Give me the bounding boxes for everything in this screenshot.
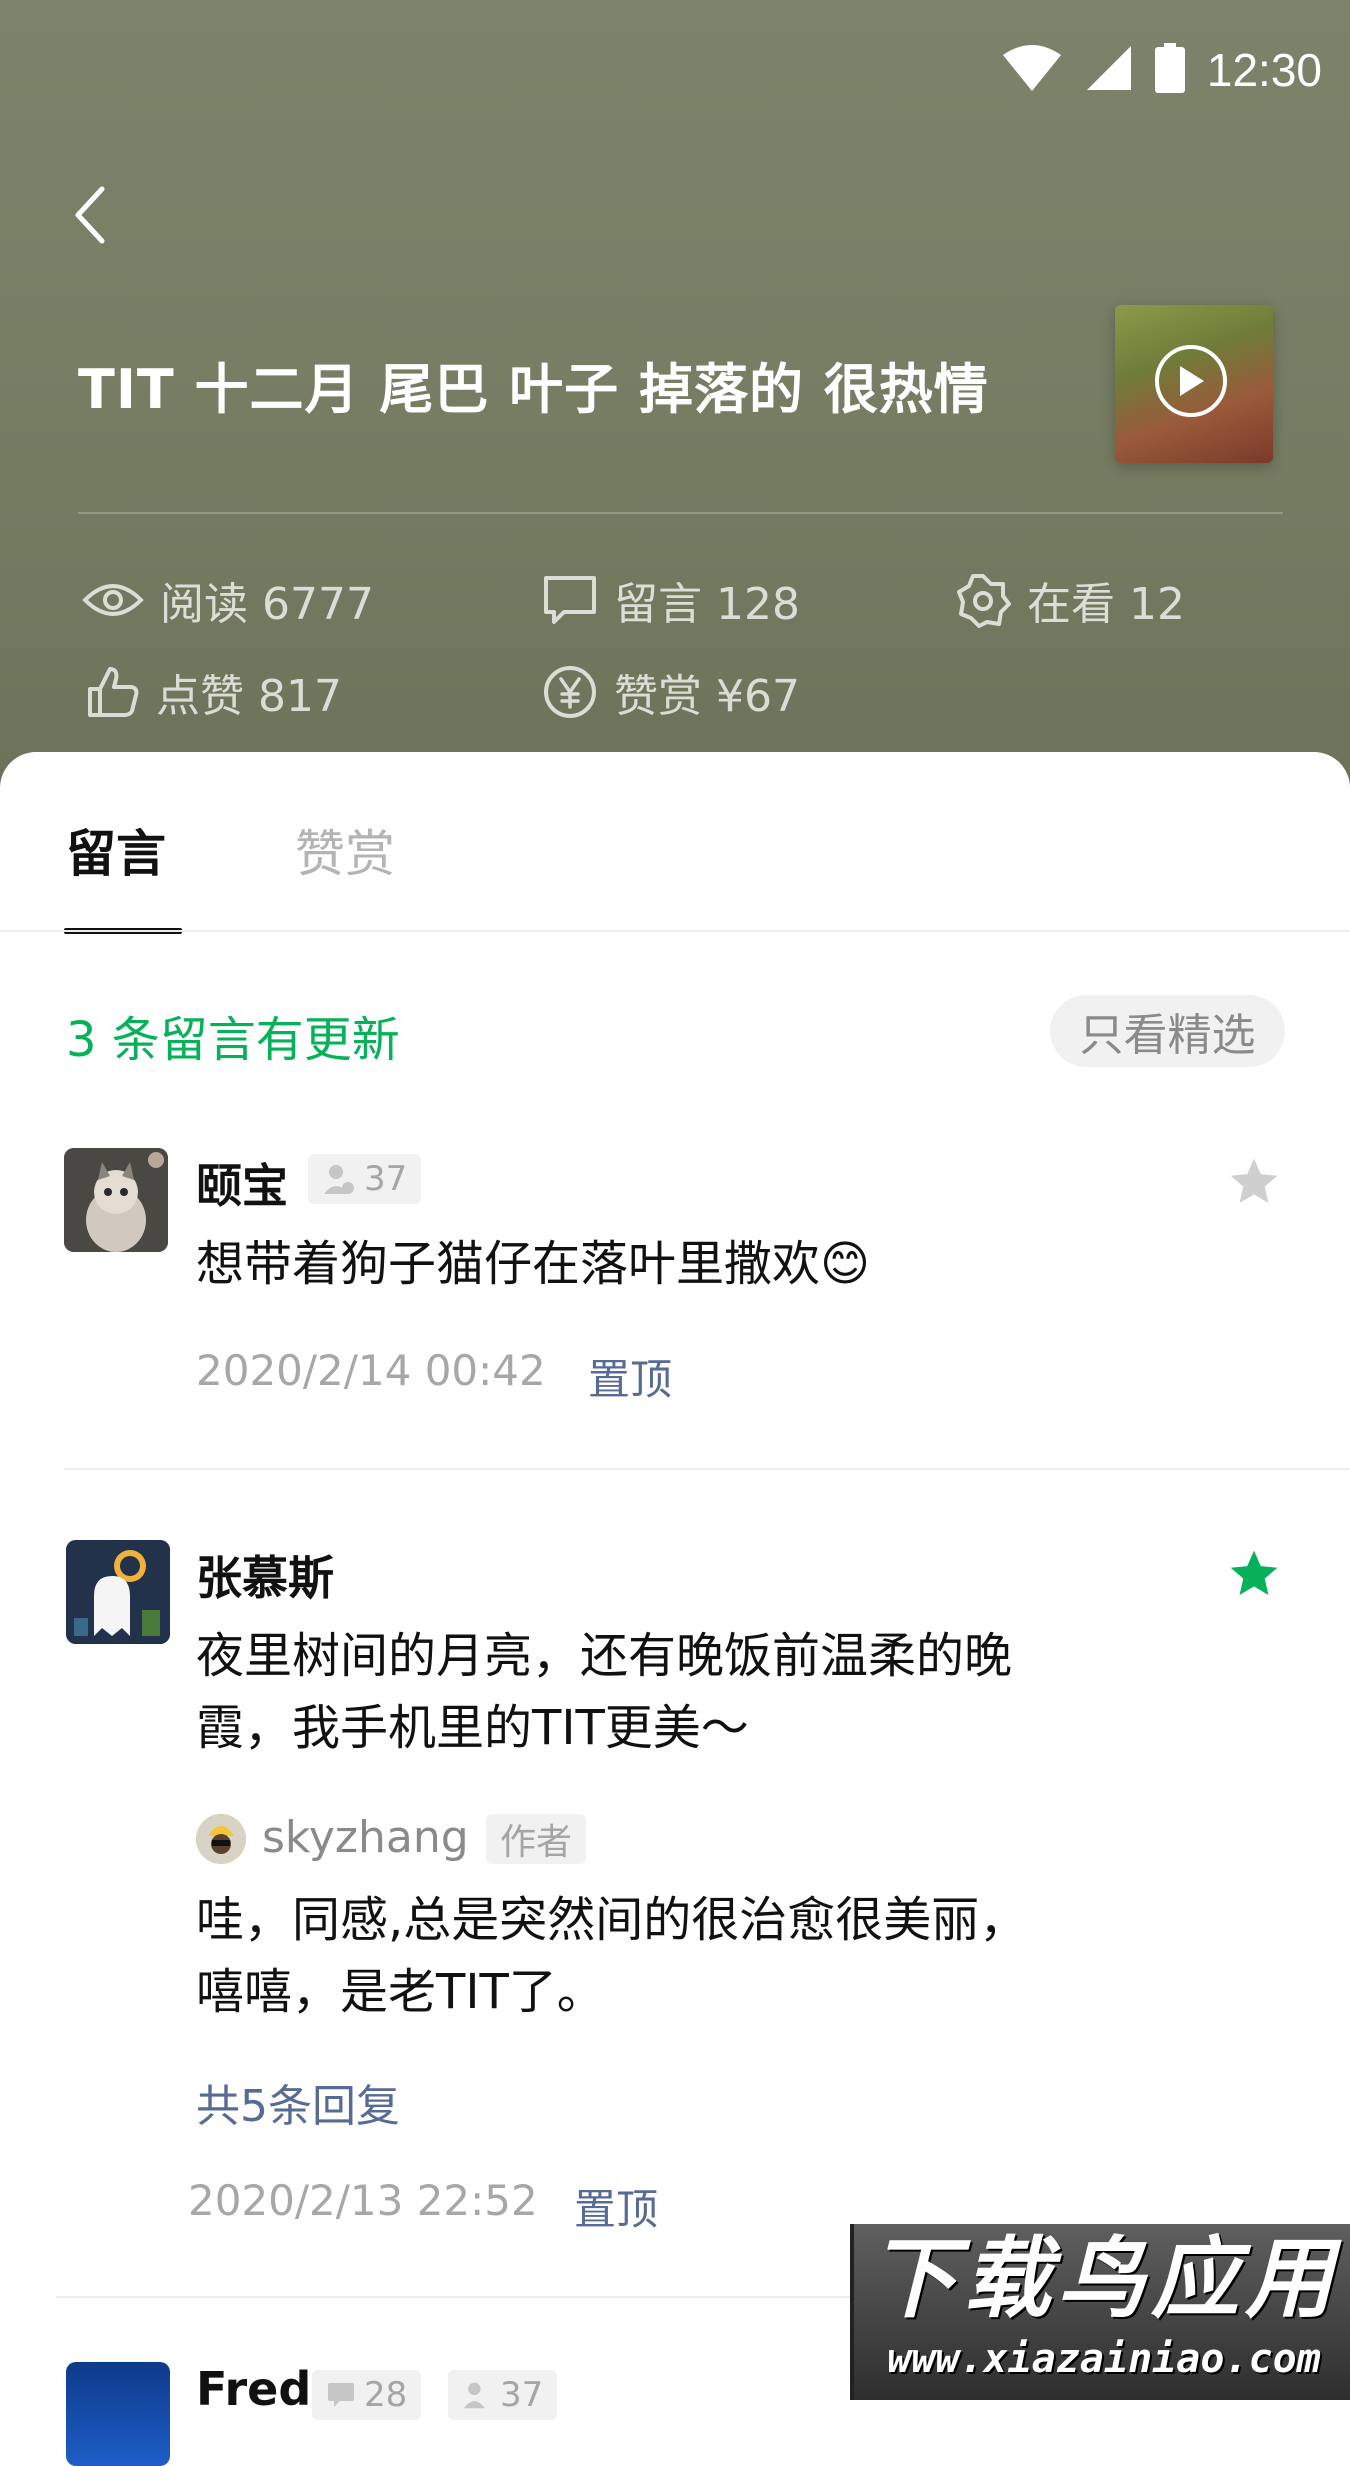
- wow-icon: [957, 574, 1011, 628]
- comment-icon: [544, 576, 596, 624]
- star-icon[interactable]: [1226, 1546, 1282, 1602]
- watermark-logo: 下载鸟应用 www.xiazainiao.com: [850, 2224, 1350, 2400]
- stat-reads: 阅读 6777: [82, 570, 374, 630]
- pin-button[interactable]: 置顶: [588, 1346, 672, 1407]
- reply-text-line: 哇，同感,总是突然间的很治愈很美丽，: [196, 1892, 1028, 1948]
- back-button[interactable]: [60, 175, 120, 255]
- reply-text-line: 嘻嘻，是老TIT了。: [196, 1964, 605, 2020]
- comment-time: 2020/2/13 22:52: [188, 2176, 538, 2225]
- featured-only-button[interactable]: 只看精选: [1050, 995, 1285, 1067]
- comment-time: 2020/2/14 00:42: [196, 1346, 546, 1395]
- article-header: 12:30 TIT 十二月 尾巴 叶子 掉落的 很热情 阅读 6777 留言 1…: [0, 0, 1350, 800]
- stat-rewards-label: 赞赏 ¥67: [614, 671, 800, 722]
- pin-button[interactable]: 置顶: [574, 2176, 658, 2237]
- comments-sheet: 留言 赞赏 3 条留言有更新 只看精选 颐宝 37 想带着狗子猫仔在落叶里撒欢😊…: [0, 752, 1350, 2466]
- thumbs-up-icon: [88, 667, 139, 717]
- cat-avatar-image: [64, 1148, 168, 1252]
- watermark-url: www.xiazainiao.com: [887, 2336, 1321, 2382]
- tab-comments[interactable]: 留言: [66, 814, 166, 886]
- more-replies-link[interactable]: 共5条回复: [196, 2070, 400, 2134]
- stat-reads-label: 阅读 6777: [160, 579, 374, 630]
- comment-author[interactable]: Fred: [196, 2362, 311, 2416]
- wifi-icon: [1001, 43, 1063, 97]
- fan-badge: 37: [308, 1154, 422, 1204]
- fan-badge: 37: [448, 2370, 558, 2420]
- comment-author[interactable]: 颐宝: [196, 1150, 288, 1216]
- cellular-icon: [1085, 44, 1133, 96]
- tab-rewards[interactable]: 赞赏: [295, 814, 395, 886]
- user-badge-icon: [463, 2382, 485, 2409]
- fan-badge-count: 37: [364, 1159, 408, 1199]
- comment-badge-icon: [328, 2383, 354, 2407]
- stat-comments: 留言 128: [542, 570, 800, 630]
- play-icon: [1155, 345, 1227, 417]
- stat-watching-label: 在看 12: [1027, 579, 1185, 630]
- battery-icon: [1154, 43, 1185, 97]
- stat-likes: 点赞 817: [86, 662, 342, 722]
- watermark-title: 下载鸟应用: [868, 2227, 1339, 2330]
- tab-divider: [0, 930, 1350, 932]
- stat-comments-label: 留言 128: [614, 579, 800, 630]
- status-bar: 12:30: [1001, 40, 1322, 100]
- reply-author[interactable]: skyzhang: [262, 1812, 469, 1863]
- stat-likes-label: 点赞 817: [156, 671, 342, 722]
- user-badge-icon: [324, 1165, 354, 1194]
- avatar[interactable]: [66, 2362, 170, 2466]
- comment-text-line: 霞，我手机里的TIT更美～: [196, 1700, 749, 1756]
- updates-notice[interactable]: 3 条留言有更新: [66, 1000, 400, 1070]
- stat-watching: 在看 12: [955, 570, 1185, 630]
- avatar[interactable]: [64, 1148, 168, 1252]
- article-title[interactable]: TIT 十二月 尾巴 叶子 掉落的 很热情: [78, 345, 1038, 424]
- comment-text: 想带着狗子猫仔在落叶里撒欢😊: [196, 1236, 871, 1292]
- comment-count-badge: 28: [312, 2370, 422, 2420]
- reply-avatar-image: [196, 1814, 246, 1864]
- status-time: 12:30: [1206, 44, 1322, 96]
- eye-icon: [82, 584, 144, 616]
- comment-author[interactable]: 张慕斯: [196, 1542, 334, 1608]
- avatar[interactable]: [66, 1540, 170, 1644]
- reply-avatar[interactable]: [196, 1814, 246, 1864]
- comment-count-badge-value: 28: [364, 2375, 408, 2415]
- star-icon[interactable]: [1226, 1154, 1282, 1210]
- header-divider: [78, 512, 1283, 514]
- comment-divider: [64, 1468, 1350, 1470]
- author-tag-label: 作者: [500, 1822, 573, 1863]
- author-tag: 作者: [486, 1814, 587, 1864]
- fan-badge-count: 37: [500, 2375, 544, 2415]
- comment-text-line: 夜里树间的月亮，还有晚饭前温柔的晚: [196, 1628, 1013, 1684]
- chevron-left-icon: [75, 186, 105, 244]
- yuan-icon: [544, 666, 596, 718]
- ghost-avatar-image: [66, 1540, 170, 1644]
- video-thumbnail[interactable]: [1115, 305, 1273, 463]
- stat-rewards: 赞赏 ¥67: [542, 662, 800, 722]
